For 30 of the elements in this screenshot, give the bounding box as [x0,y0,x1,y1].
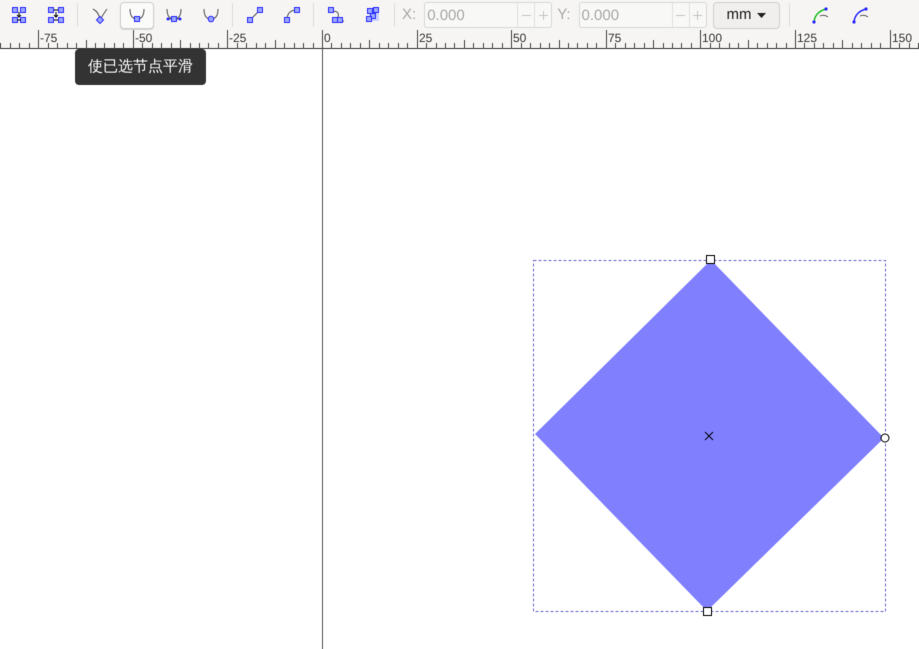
node-handle[interactable] [706,255,715,264]
ruler-label: 150 [892,31,912,45]
break-nodes-icon [46,6,64,24]
ruler-label: 125 [797,31,818,45]
ruler-label: 0 [324,31,331,45]
curve-tool-icon[interactable] [850,6,871,24]
ruler-label: -75 [40,31,58,45]
join-nodes-icon [10,6,28,24]
ruler-label: 25 [419,31,432,45]
line-segment-icon [246,6,264,24]
cusp-node-icon [90,6,108,24]
smooth-node-icon [128,6,146,24]
unit-dropdown[interactable]: mm [712,2,780,28]
curve-tool-icon[interactable] [810,6,831,24]
ruler-label: -50 [135,31,152,45]
caret-icon [756,12,766,18]
ruler-label: 100 [702,31,722,45]
ruler-label: 75 [608,31,622,45]
node-tool-button[interactable] [120,2,154,28]
node-handle[interactable] [703,607,712,616]
symmetric-node-icon [164,6,182,24]
field-label: X: [402,4,416,25]
tooltip-text: 使已选节点平滑 [88,56,193,77]
curve-segment-icon [282,6,300,24]
field-label: Y: [557,4,571,25]
ruler-label: 50 [513,31,526,45]
ruler-label: -25 [229,31,246,45]
node-handle[interactable] [880,434,890,442]
center-cross-icon [704,432,714,440]
auto-smooth-node-icon [202,6,220,24]
